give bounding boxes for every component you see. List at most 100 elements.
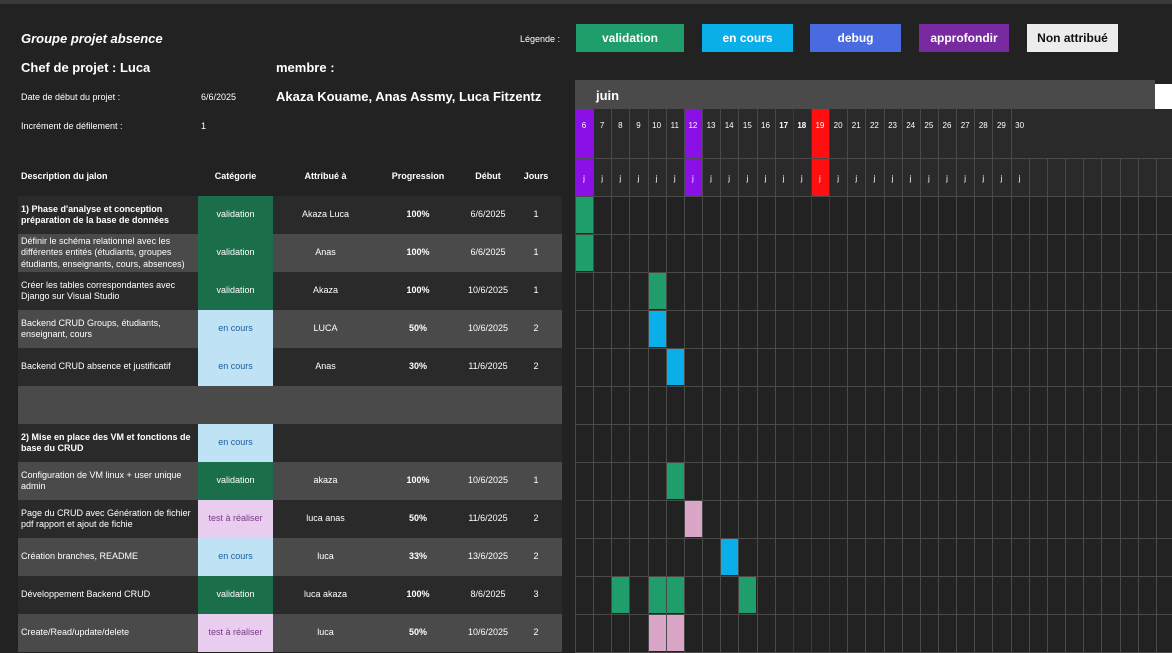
days-count: 2 — [533, 627, 539, 638]
assigned-to: Akaza Luca — [301, 209, 350, 220]
header-category: Catégorie — [214, 171, 257, 182]
gantt-bar[interactable] — [612, 577, 630, 613]
legend-label: Légende : — [520, 34, 561, 44]
milestone-description: Backend CRUD absence et justificatif — [21, 361, 171, 372]
day-number: 13 — [706, 121, 716, 130]
table-row[interactable]: Backend CRUD Groups, étudiants, enseigna… — [18, 310, 562, 348]
assigned-to: LUCA — [313, 323, 338, 334]
day-number: 25 — [924, 121, 934, 130]
progress-value: 50% — [408, 627, 427, 638]
category-cell: en cours — [198, 424, 273, 462]
category-cell: validation — [198, 196, 273, 234]
assigned-to — [273, 386, 378, 424]
table-row[interactable] — [18, 386, 562, 424]
start-date-value[interactable]: 6/6/2025 — [201, 92, 236, 102]
day-number: 29 — [996, 121, 1006, 130]
day-number: 15 — [742, 121, 752, 130]
gantt-bar[interactable] — [648, 577, 666, 613]
day-number: 21 — [851, 121, 861, 130]
day-letter: j — [1018, 174, 1021, 183]
day-gridline — [683, 109, 685, 652]
milestone-description: Création branches, README — [21, 551, 139, 562]
table-row[interactable]: 1) Phase d'analyse et conception prépara… — [18, 196, 562, 234]
milestone-description: Créer les tables correspondantes avec Dj… — [21, 279, 176, 301]
progress-value: 30% — [408, 361, 427, 372]
legend-non-attribue: Non attribué — [1027, 24, 1118, 52]
gantt-bar[interactable] — [576, 235, 593, 271]
day-gridline — [1028, 158, 1030, 652]
table-row[interactable]: Définir le schéma relationnel avec les d… — [18, 234, 562, 272]
day-gridline — [829, 109, 831, 652]
category-cell: validation — [198, 272, 273, 310]
day-letter: j — [837, 174, 839, 183]
table-row[interactable]: Backend CRUD absence et justificatif en c… — [18, 348, 562, 386]
start-date — [458, 386, 518, 424]
progress-value: 33% — [408, 551, 427, 562]
milestone-description: 1) Phase d'analyse et conception prépara… — [21, 203, 170, 225]
milestone-description — [18, 386, 198, 424]
gantt-bar[interactable] — [648, 273, 666, 309]
row-gridline — [575, 196, 1172, 197]
day-letter: j — [982, 174, 985, 183]
gantt-bar[interactable] — [666, 577, 684, 613]
category-cell: test à réaliser — [198, 500, 273, 538]
day-gridline — [774, 109, 776, 652]
milestone-description: Développement Backend CRUD — [21, 589, 151, 600]
day-letter: j — [655, 174, 658, 183]
gantt-bar[interactable] — [666, 463, 684, 499]
assigned-to: Anas — [315, 361, 336, 372]
category-cell: validation — [198, 576, 273, 614]
day-gridline — [792, 109, 794, 652]
members-label: membre : — [276, 60, 335, 75]
assigned-to: Anas — [315, 247, 336, 258]
progress-value: 50% — [408, 323, 427, 334]
gantt-bar[interactable] — [684, 501, 702, 537]
gantt-bar[interactable] — [739, 577, 757, 613]
day-number: 6 — [581, 121, 587, 130]
day-gridline — [938, 109, 939, 652]
month-label: juin — [596, 88, 620, 103]
table-row[interactable]: Développement Backend CRUD validation luca… — [18, 576, 562, 614]
start-date: 13/6/2025 — [467, 551, 509, 562]
day-gridline — [1155, 158, 1157, 652]
gantt-bar[interactable] — [648, 615, 666, 651]
assigned-to: luca akaza — [303, 589, 348, 600]
progress-value: 100% — [406, 589, 430, 600]
start-date: 10/6/2025 — [467, 285, 509, 296]
day-gridline — [756, 109, 758, 652]
gantt-bar[interactable] — [648, 311, 666, 347]
start-date: 6/6/2025 — [470, 209, 506, 220]
increment-value[interactable]: 1 — [201, 121, 206, 131]
milestone-description: Définir le schéma relationnel avec les d… — [21, 236, 185, 269]
gantt-bar[interactable] — [576, 197, 593, 233]
assigned-to: Akaza — [312, 285, 338, 296]
day-gridline — [1065, 158, 1067, 652]
header-description: Description du jalon — [21, 171, 108, 182]
table-row[interactable]: Création branches, README en cours luca 33%… — [18, 538, 562, 576]
legend-debug: debug — [810, 24, 901, 52]
table-row[interactable]: Create/Read/update/delete test à réaliser… — [18, 614, 562, 652]
row-gridline — [575, 462, 1172, 463]
day-number: 18 — [797, 121, 807, 130]
category-cell: en cours — [198, 348, 273, 386]
table-row[interactable]: 2) Mise en place des VM et fonctions de … — [18, 424, 562, 462]
day-letter: j — [673, 174, 676, 183]
progress-value: 100% — [406, 285, 430, 296]
scroll-corner — [1155, 84, 1172, 109]
gantt-bar[interactable] — [666, 349, 684, 385]
category-cell: validation — [198, 234, 273, 272]
table-row[interactable]: Configuration de VM linux + user unique … — [18, 462, 562, 500]
day-number: 9 — [636, 121, 641, 130]
assigned-to: akaza — [313, 475, 338, 486]
days-count — [518, 424, 554, 462]
table-row[interactable]: Créer les tables correspondantes avec Dj… — [18, 272, 562, 310]
gantt-bar[interactable] — [721, 539, 739, 575]
category-cell: validation — [198, 462, 273, 500]
day-gridline — [1046, 158, 1048, 652]
gantt-bar[interactable] — [666, 615, 684, 651]
day-gridline — [901, 109, 903, 652]
day-gridline — [593, 109, 595, 652]
day-number: 12 — [688, 121, 698, 130]
table-row[interactable]: Page du CRUD avec Génération de fichier … — [18, 500, 562, 538]
progress-value: 100% — [406, 209, 430, 220]
